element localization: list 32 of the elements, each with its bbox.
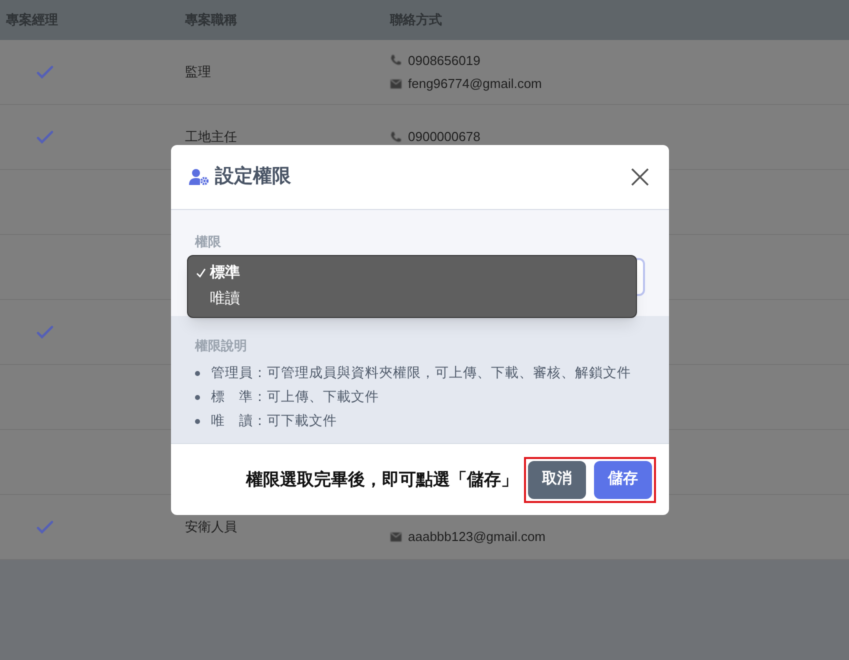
mail-icon <box>390 78 402 89</box>
table-cell: 監理 <box>185 64 211 80</box>
mail-icon <box>390 532 402 542</box>
field-label: 權限 <box>195 233 221 251</box>
table-cell: 安衛人員 <box>185 519 237 534</box>
dialog-button[interactable]: 儲存 <box>594 460 652 498</box>
check-icon <box>36 65 54 79</box>
check-icon <box>36 325 54 339</box>
dialog-button[interactable]: 取消 <box>528 460 586 498</box>
check-icon <box>36 130 54 144</box>
bullet-icon <box>195 371 200 376</box>
bullet-icon <box>195 395 200 400</box>
dropdown-option[interactable]: 唯讀 <box>188 286 636 312</box>
description-item: 唯 讀：可下載文件 <box>211 412 337 430</box>
user-gear-icon <box>189 168 209 186</box>
phone-number: 0908656019 <box>408 52 480 70</box>
check-icon <box>196 268 206 278</box>
dialog-title: 設定權限 <box>215 164 291 189</box>
section-title: 權限說明 <box>195 337 247 355</box>
table-cell: 工地主任 <box>185 129 237 144</box>
bullet-icon <box>195 419 200 424</box>
close-button[interactable] <box>629 166 651 188</box>
email-address: feng96774@gmail.com <box>408 75 542 93</box>
dropdown-option[interactable]: 標準 <box>188 260 636 286</box>
email-address: aaabbb123@gmail.com <box>408 528 546 546</box>
phone-icon <box>390 54 402 66</box>
phone-icon <box>390 131 402 143</box>
check-icon <box>36 520 54 534</box>
description-item: 標 準：可上傳、下載文件 <box>211 388 379 406</box>
description-item: 管理員：可管理成員與資料夾權限，可上傳、下載、審核、解鎖文件 <box>211 364 631 382</box>
annotation-text: 權限選取完畢後，即可點選「儲存」 <box>246 468 518 491</box>
phone-number: 0900000678 <box>408 128 480 146</box>
